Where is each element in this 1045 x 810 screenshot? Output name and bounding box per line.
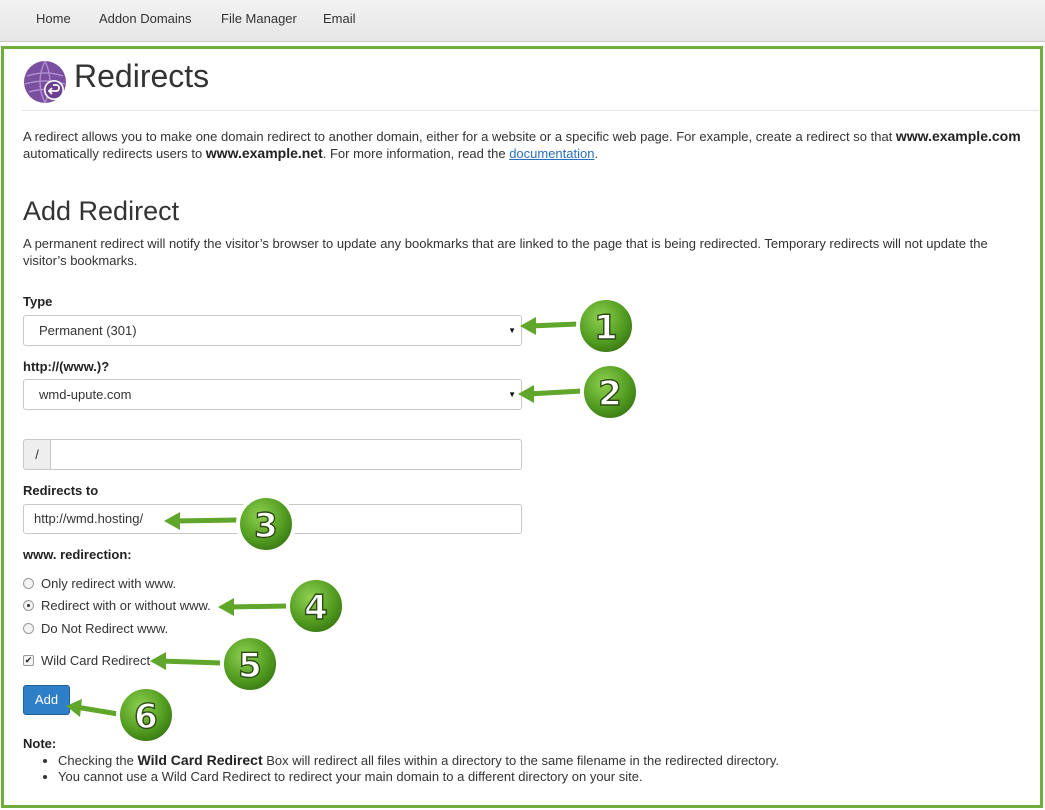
redirects-to-label: Redirects to xyxy=(23,483,99,498)
nav-addon-domains[interactable]: Addon Domains xyxy=(99,11,192,26)
top-navigation: Home Addon Domains File Manager Email xyxy=(0,0,1045,42)
note-item: You cannot use a Wild Card Redirect to r… xyxy=(58,769,779,785)
path-prefix: / xyxy=(23,439,51,470)
note-list: Checking the Wild Card Redirect Box will… xyxy=(40,752,779,785)
radio-button[interactable] xyxy=(23,578,34,589)
nav-file-manager[interactable]: File Manager xyxy=(221,11,297,26)
documentation-link[interactable]: documentation xyxy=(509,146,594,161)
domain-label: http://(www.)? xyxy=(23,359,110,374)
type-label: Type xyxy=(23,294,53,309)
divider xyxy=(22,110,1039,111)
add-button[interactable]: Add xyxy=(23,685,70,715)
intro-text: A redirect allows you to make one domain… xyxy=(23,128,1021,161)
nav-home[interactable]: Home xyxy=(36,11,71,26)
caret-down-icon: ▼ xyxy=(508,390,516,399)
domain-select[interactable]: wmd-upute.com ▼ xyxy=(23,379,522,410)
add-redirect-heading: Add Redirect xyxy=(23,196,180,226)
www-redirection-label: www. redirection: xyxy=(23,547,132,562)
redirects-globe-icon xyxy=(24,60,66,104)
note-label: Note: xyxy=(23,736,57,751)
radio-button-selected[interactable] xyxy=(23,600,34,611)
path-input-group: / xyxy=(23,439,522,470)
caret-down-icon: ▼ xyxy=(508,326,516,335)
note-item: Checking the Wild Card Redirect Box will… xyxy=(58,752,779,769)
radio-button[interactable] xyxy=(23,623,34,634)
redirects-to-input[interactable]: http://wmd.hosting/ xyxy=(23,504,522,534)
page-title: Redirects xyxy=(74,58,210,94)
wildcard-checkbox[interactable]: ✔ xyxy=(23,655,34,666)
type-select[interactable]: Permanent (301) ▼ xyxy=(23,315,522,346)
nav-email[interactable]: Email xyxy=(323,11,356,26)
add-redirect-description: A permanent redirect will notify the vis… xyxy=(23,236,988,268)
path-input[interactable] xyxy=(50,439,522,470)
